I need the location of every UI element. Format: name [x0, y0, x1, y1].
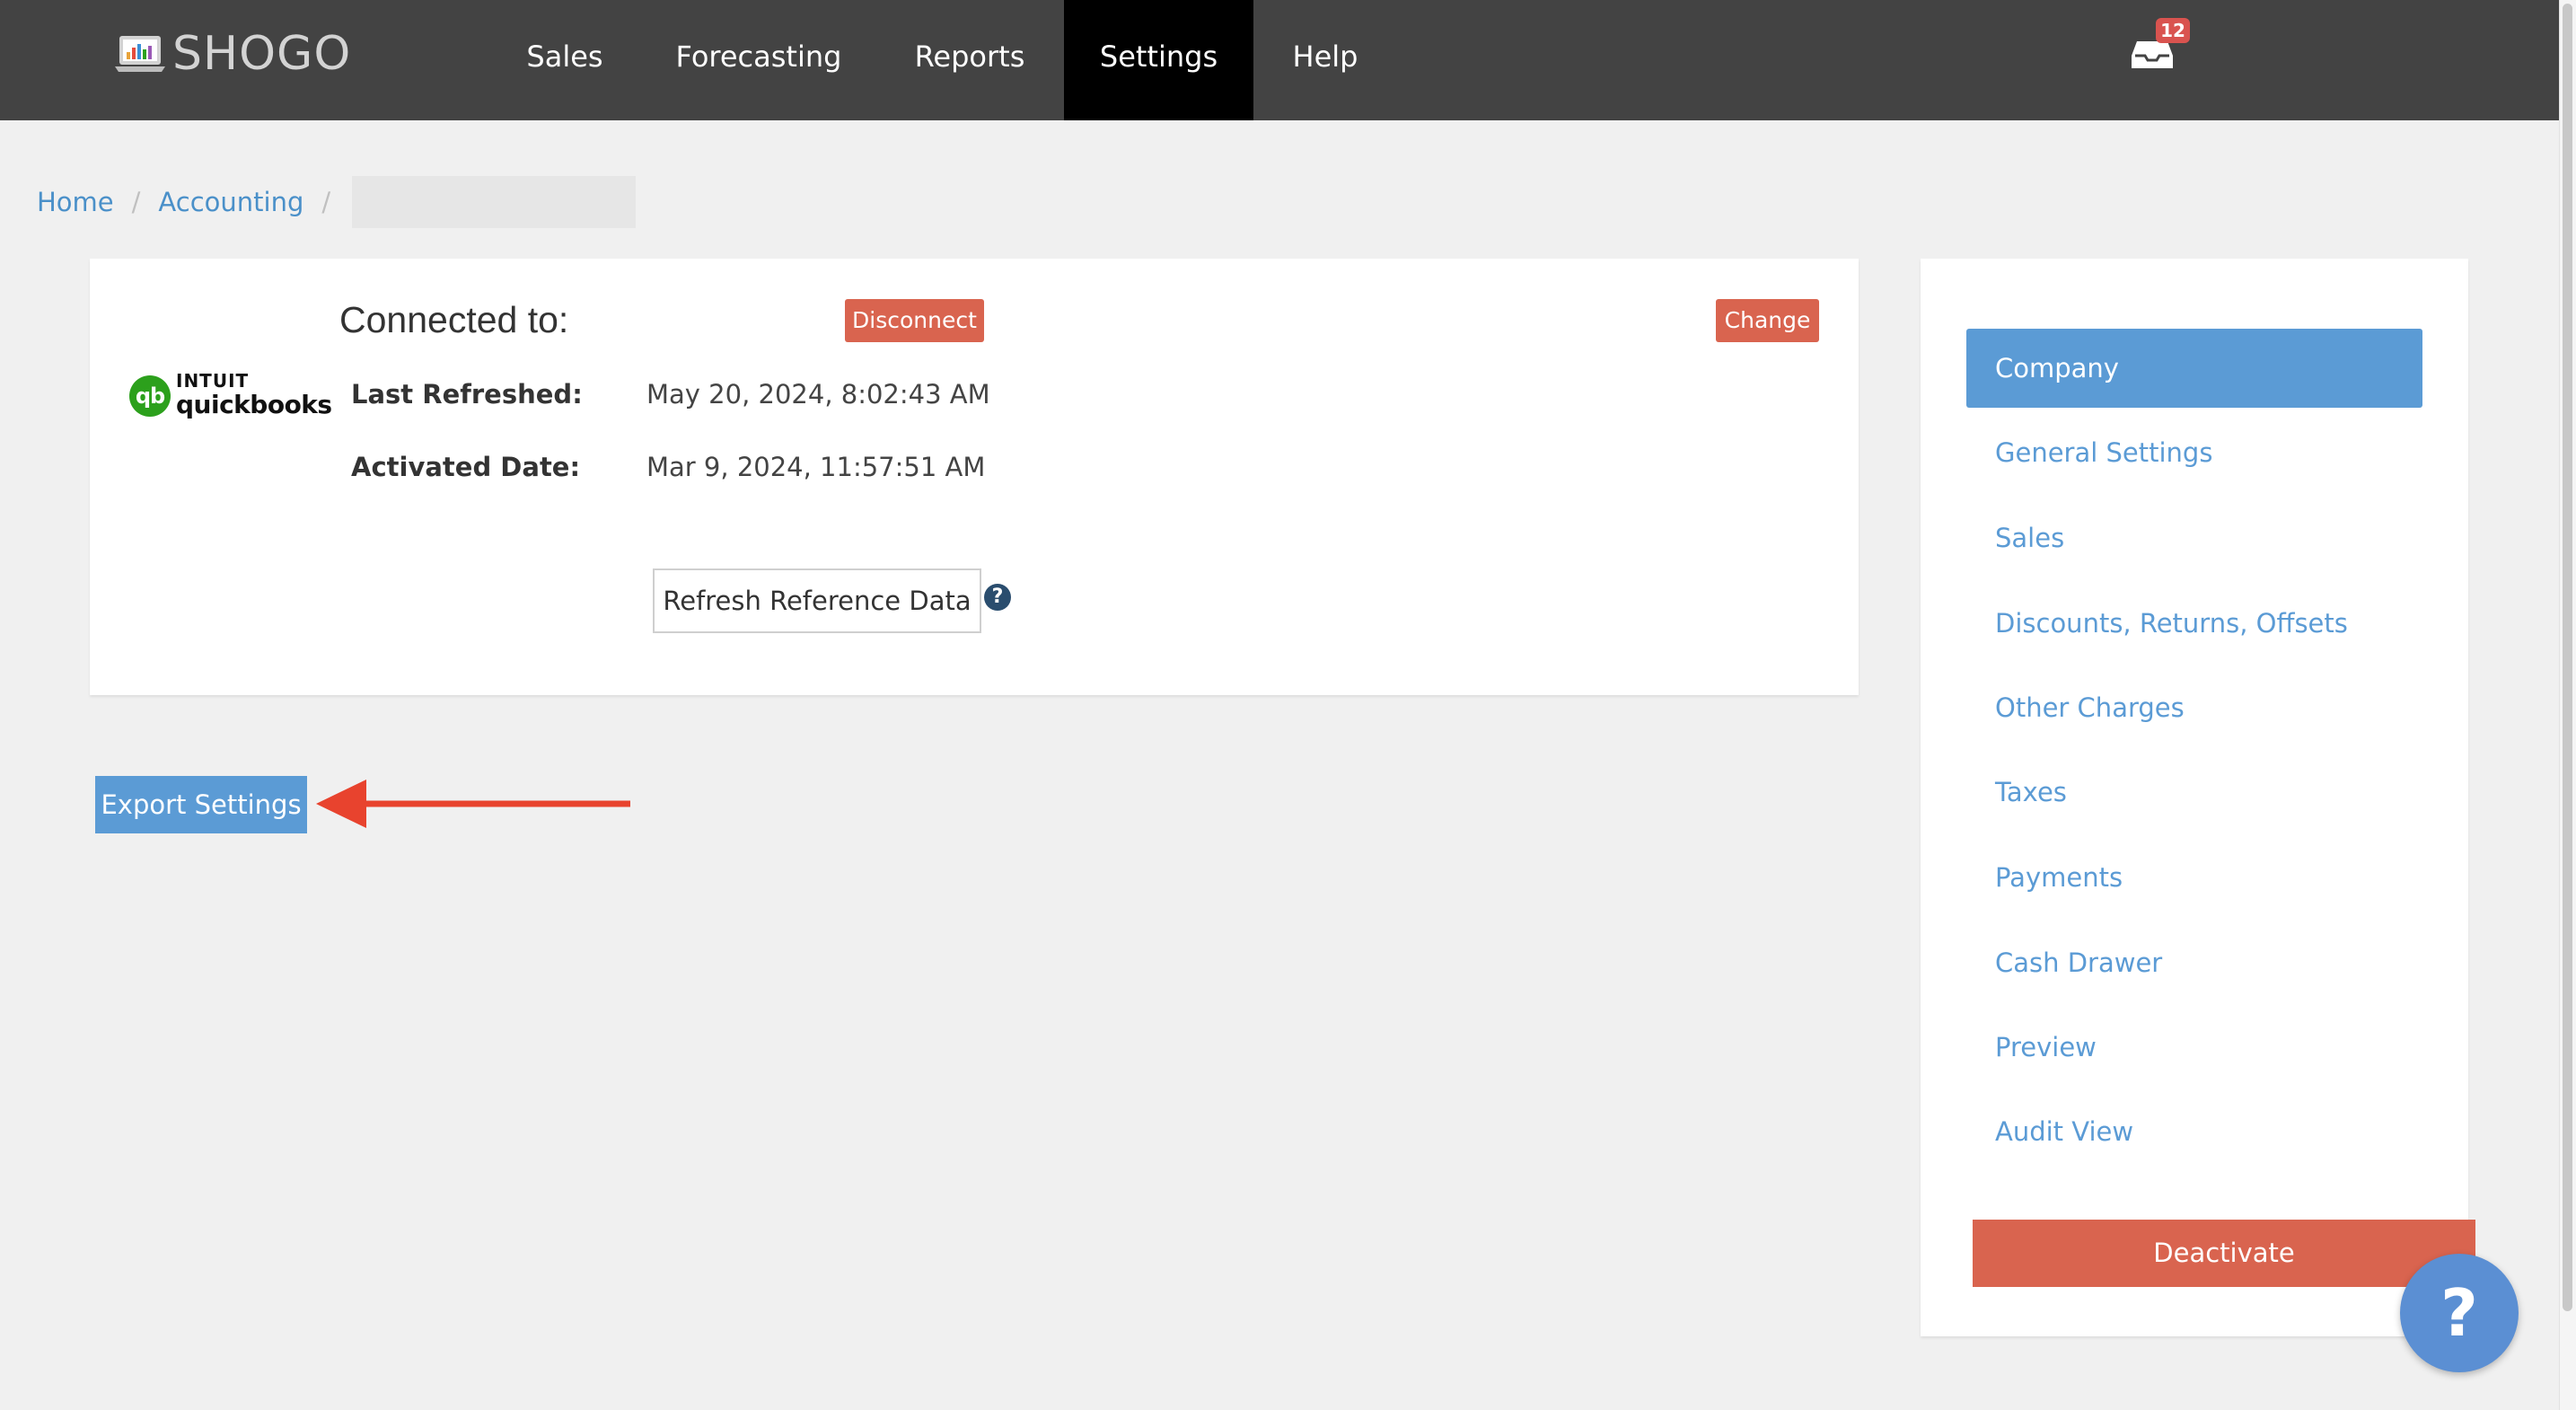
- nav-item-label: Reports: [914, 40, 1025, 74]
- last-refreshed-value: May 20, 2024, 8:02:43 AM: [646, 379, 990, 410]
- sidebar-item-label: Company: [1995, 353, 2119, 383]
- sidebar-item-label: Cash Drawer: [1995, 947, 2163, 978]
- export-settings-button[interactable]: Export Settings: [95, 776, 307, 833]
- scrollbar-thumb[interactable]: [2563, 4, 2572, 1311]
- sidebar-item-label: Preview: [1995, 1032, 2097, 1062]
- sidebar-item-label: Sales: [1995, 523, 2065, 553]
- brand-logo[interactable]: SHOGO: [115, 27, 351, 81]
- page-scrollbar[interactable]: [2559, 0, 2576, 1410]
- quickbooks-logo: qb INTUIT quickbooks: [129, 368, 332, 422]
- disconnect-button[interactable]: Disconnect: [845, 299, 984, 342]
- sidebar-item-general-settings[interactable]: General Settings: [1966, 413, 2422, 492]
- refresh-reference-data-button[interactable]: Refresh Reference Data: [653, 568, 981, 633]
- brand-name: SHOGO: [172, 27, 352, 81]
- settings-sidebar: Company General Settings Sales Discounts…: [1921, 259, 2468, 1336]
- sidebar-item-label: Audit View: [1995, 1116, 2134, 1147]
- left-arrow-annotation-icon: [316, 780, 630, 828]
- quickbooks-wordmark: quickbooks: [176, 390, 332, 419]
- deactivate-button[interactable]: Deactivate: [1973, 1220, 2475, 1287]
- intuit-wordmark: INTUIT: [176, 370, 250, 392]
- breadcrumb-separator: /: [321, 187, 331, 217]
- sidebar-item-discounts-returns-offsets[interactable]: Discounts, Returns, Offsets: [1966, 584, 2422, 663]
- sidebar-item-label: General Settings: [1995, 437, 2213, 468]
- breadcrumb-current-redacted: [352, 176, 637, 228]
- sidebar-item-label: Other Charges: [1995, 692, 2185, 723]
- breadcrumb-accounting[interactable]: Accounting: [158, 187, 303, 217]
- breadcrumb-separator: /: [131, 187, 141, 217]
- nav-item-reports[interactable]: Reports: [889, 0, 1051, 120]
- sidebar-item-label: Payments: [1995, 862, 2123, 893]
- nav-item-label: Forecasting: [675, 40, 842, 74]
- sidebar-item-preview[interactable]: Preview: [1966, 1008, 2422, 1087]
- top-navigation-bar: SHOGO Sales Forecasting Reports Settings…: [0, 0, 2560, 120]
- nav-item-label: Sales: [526, 40, 603, 74]
- nav-item-label: Settings: [1099, 40, 1218, 74]
- connection-card: qb INTUIT quickbooks Connected to: Disco…: [90, 259, 1859, 695]
- question-circle-icon[interactable]: ?: [984, 584, 1011, 611]
- sidebar-item-label: Discounts, Returns, Offsets: [1995, 608, 2348, 639]
- breadcrumb-home[interactable]: Home: [37, 187, 114, 217]
- last-refreshed-label: Last Refreshed:: [351, 379, 583, 410]
- sidebar-item-payments[interactable]: Payments: [1966, 838, 2422, 917]
- connected-to-title: Connected to:: [339, 299, 569, 340]
- nav-item-help[interactable]: Help: [1270, 0, 1381, 120]
- sidebar-item-taxes[interactable]: Taxes: [1966, 753, 2422, 832]
- floating-help-button[interactable]: ?: [2400, 1254, 2519, 1372]
- sidebar-item-sales[interactable]: Sales: [1966, 498, 2422, 577]
- laptop-chart-icon: [115, 36, 165, 72]
- question-mark-icon: ?: [2440, 1275, 2478, 1351]
- change-button[interactable]: Change: [1716, 299, 1819, 342]
- activated-date-label: Activated Date:: [351, 452, 581, 482]
- quickbooks-icon: qb: [129, 375, 171, 417]
- nav-item-forecasting[interactable]: Forecasting: [659, 0, 858, 120]
- sidebar-item-company[interactable]: Company: [1966, 329, 2422, 408]
- nav-item-sales[interactable]: Sales: [503, 0, 627, 120]
- nav-item-settings[interactable]: Settings: [1064, 0, 1253, 120]
- sidebar-item-audit-view[interactable]: Audit View: [1966, 1092, 2422, 1171]
- sidebar-item-cash-drawer[interactable]: Cash Drawer: [1966, 923, 2422, 1002]
- sidebar-item-label: Taxes: [1995, 777, 2067, 807]
- nav-item-label: Help: [1292, 40, 1358, 74]
- inbox-count-badge: 12: [2156, 18, 2190, 43]
- sidebar-item-other-charges[interactable]: Other Charges: [1966, 668, 2422, 747]
- activated-date-value: Mar 9, 2024, 11:57:51 AM: [646, 452, 986, 482]
- page: SHOGO Sales Forecasting Reports Settings…: [0, 0, 2560, 1410]
- breadcrumb: Home / Accounting /: [37, 176, 637, 228]
